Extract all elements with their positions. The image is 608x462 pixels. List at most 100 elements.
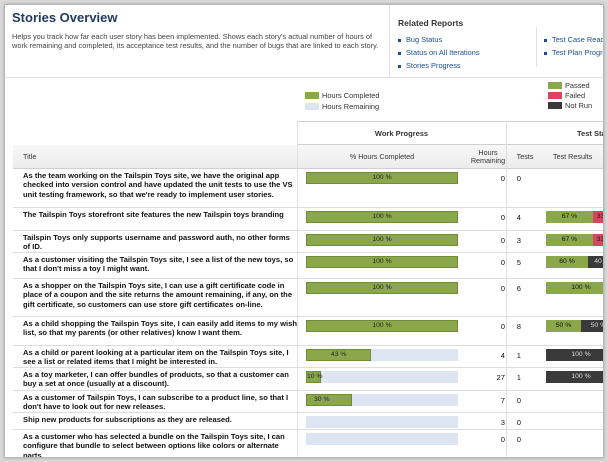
story-title[interactable]: As a child shopping the Tailspin Toys si… (23, 319, 299, 338)
pct-completed-label: 100 % (372, 236, 392, 243)
story-title[interactable]: As a toy marketer, I can offer bundles o… (23, 370, 299, 389)
test-status-header: Test Status (506, 121, 603, 145)
pct-completed-label: 30 % (314, 396, 330, 403)
tests-count: 5 (516, 258, 521, 267)
pct-completed-label: 100 % (372, 213, 392, 220)
test-result-passed: 60 % (546, 256, 588, 268)
hours-progress-bar: 10 % (306, 371, 458, 383)
link-stories-progress[interactable]: Stories Progress (398, 61, 461, 70)
test-result-passed: 67 % (546, 211, 593, 223)
pct-completed-label: 100 % (372, 322, 392, 329)
table-header-row: Title % Hours Completed Hours Remaining … (13, 145, 603, 169)
completed-swatch (305, 92, 319, 99)
table-row: As a customer visiting the Tailspin Toys… (13, 253, 603, 279)
table-row: As a customer who has selected a bundle … (13, 430, 603, 457)
not-run-swatch (548, 102, 562, 109)
hours-remaining-value: 3 (500, 418, 505, 427)
hours-progress-bar: 100 % (306, 256, 458, 268)
table-row: Ship new products for subscriptions as t… (13, 413, 603, 430)
story-title[interactable]: As the team working on the Tailspin Toys… (23, 171, 299, 199)
table-row: As the team working on the Tailspin Toys… (13, 169, 603, 208)
story-title[interactable]: As a customer who has selected a bundle … (23, 432, 299, 457)
test-result-not-run: 50 % (581, 320, 603, 332)
tests-count: 1 (516, 351, 521, 360)
col-hours-remaining: Hours Remaining (470, 148, 506, 165)
table-row: As a shopper on the Tailspin Toys site, … (13, 279, 603, 317)
pct-completed-label: 43 % (330, 351, 347, 358)
link-test-plan-progress[interactable]: Test Plan Progress (544, 48, 603, 57)
col-pct-hours-completed: % Hours Completed (349, 152, 415, 161)
link-status-on-all-iterations[interactable]: Status on All Iterations (398, 48, 480, 57)
table-row: As a customer of Tailspin Toys, I can su… (13, 391, 603, 413)
hours-progress-bar: 100 % (306, 172, 458, 184)
hours-remaining-value: 0 (500, 435, 505, 444)
tests-count: 0 (516, 418, 521, 427)
test-result-failed: 33 % (592, 234, 603, 246)
hours-remaining-value: 7 (500, 396, 505, 405)
report-header: Stories Overview Helps you track how far… (5, 5, 603, 77)
legend-hours-completed: Hours Completed (305, 91, 380, 100)
bullet-icon (544, 38, 547, 42)
table-row: As a toy marketer, I can offer bundles o… (13, 368, 603, 391)
hours-progress-bar: 100 % (306, 211, 458, 223)
hours-progress-bar: 100 % (306, 234, 458, 246)
tests-count: 4 (516, 213, 521, 222)
page-title: Stories Overview (12, 10, 118, 25)
pct-completed-label: 100 % (372, 258, 392, 265)
pct-completed-label: 100 % (372, 174, 392, 181)
hours-remaining-value: 4 (500, 351, 505, 360)
table-row: As a child shopping the Tailspin Toys si… (13, 317, 603, 346)
header-divider (5, 77, 603, 78)
legend-failed: Failed (548, 91, 585, 100)
test-result-not-run: 100 % (546, 371, 603, 383)
legend-hours-remaining: Hours Remaining (305, 102, 379, 111)
story-title[interactable]: As a child or parent looking at a partic… (23, 348, 299, 367)
pct-completed-label: 100 % (372, 284, 392, 291)
test-result-not-run: 40 % (588, 256, 603, 268)
bullet-icon (398, 64, 401, 68)
report-frame: Stories Overview Helps you track how far… (4, 4, 604, 458)
hours-progress-bar: 43 % (306, 349, 458, 361)
table-row: The Tailspin Toys storefront site featur… (13, 208, 603, 231)
test-result-not-run: 100 % (546, 349, 603, 361)
col-tests: Tests (516, 152, 534, 161)
link-test-case-readiness[interactable]: Test Case Readiness (544, 35, 603, 44)
related-reports-panel: Related Reports Bug Status Status on All… (389, 5, 603, 77)
tests-count: 0 (516, 435, 521, 444)
hours-progress-bar (306, 416, 458, 428)
tests-count: 3 (516, 236, 521, 245)
tests-count: 6 (516, 284, 521, 293)
story-title[interactable]: As a customer visiting the Tailspin Toys… (23, 255, 299, 274)
legend-not-run: Not Run (548, 101, 592, 110)
work-progress-header: Work Progress (297, 121, 506, 145)
pct-completed-label: 10 % (307, 373, 323, 380)
remaining-swatch (305, 103, 319, 110)
story-title[interactable]: As a customer of Tailspin Toys, I can su… (23, 393, 299, 412)
tests-count: 8 (516, 322, 521, 331)
report-description: Helps you track how far each user story … (12, 32, 379, 51)
legend-passed: Passed (548, 81, 590, 90)
test-result-passed: 67 % (546, 234, 593, 246)
story-title[interactable]: Tailspin Toys only supports username and… (23, 233, 299, 252)
test-result-passed: 50 % (546, 320, 581, 332)
bullet-icon (398, 51, 401, 55)
hours-remaining-value: 27 (496, 373, 505, 382)
tests-count: 0 (516, 174, 521, 183)
story-title[interactable]: The Tailspin Toys storefront site featur… (23, 210, 299, 219)
passed-swatch (548, 82, 562, 89)
test-result-passed: 100 % (546, 282, 603, 294)
bullet-icon (398, 38, 401, 42)
link-bug-status[interactable]: Bug Status (398, 35, 442, 44)
table-row: As a child or parent looking at a partic… (13, 346, 603, 368)
story-title[interactable]: As a shopper on the Tailspin Toys site, … (23, 281, 299, 309)
col-title: Title (23, 152, 37, 161)
hours-remaining-value: 0 (500, 322, 505, 331)
hours-progress-bar: 30 % (306, 394, 458, 406)
hours-progress-bar (306, 433, 458, 445)
hours-remaining-value: 0 (500, 213, 505, 222)
reports-divider (536, 27, 537, 67)
hours-remaining-value: 0 (500, 284, 505, 293)
hours-progress-bar: 100 % (306, 320, 458, 332)
story-title[interactable]: Ship new products for subscriptions as t… (23, 415, 299, 424)
hours-remaining-value: 0 (500, 258, 505, 267)
